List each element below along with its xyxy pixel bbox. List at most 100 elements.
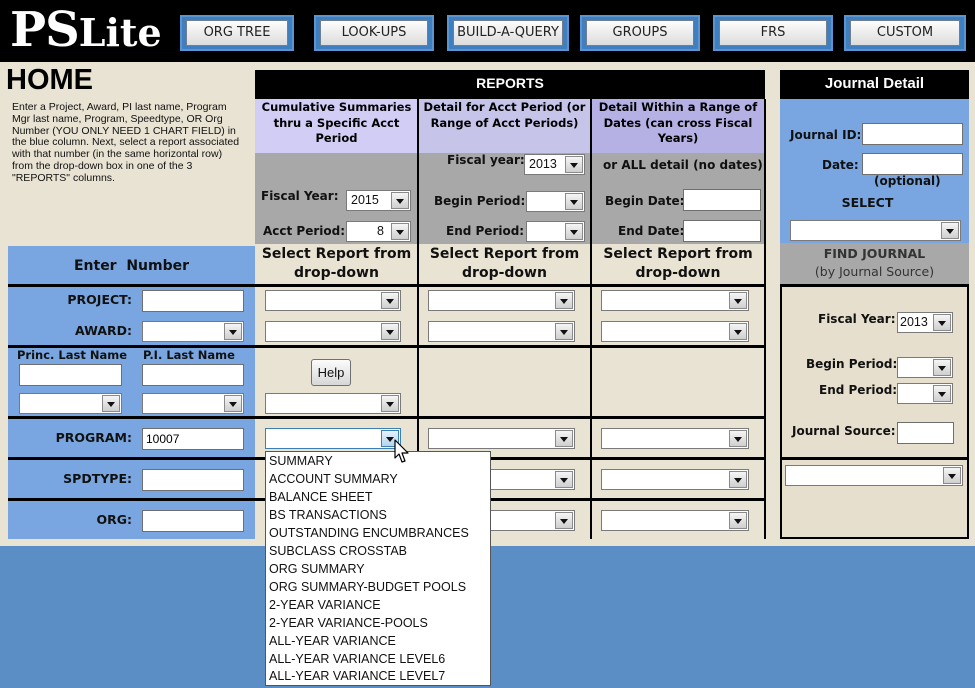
award-label: AWARD: — [74, 323, 132, 338]
last-name-report-col1-select[interactable] — [265, 393, 401, 414]
journal-end-period-label: End Period: — [819, 383, 898, 397]
reports-col3-header: Detail Within a Range of Dates (can cros… — [591, 99, 765, 153]
spdtype-input[interactable] — [142, 469, 244, 491]
select-report-col3-header: Select Report from drop-down — [603, 246, 753, 281]
pi-last-name-label: P.I. Last Name — [143, 348, 235, 362]
chevron-down-icon — [729, 323, 747, 340]
chevron-down-icon — [933, 385, 951, 402]
col3-begin-date-input[interactable] — [683, 189, 761, 211]
pi-last-name-select[interactable] — [142, 393, 244, 414]
chevron-down-icon — [381, 292, 399, 309]
col2-begin-period-select[interactable] — [526, 191, 585, 212]
list-item[interactable]: ALL-YEAR VARIANCE — [269, 634, 396, 648]
journal-source-select[interactable] — [785, 465, 963, 486]
pi-last-name-input[interactable] — [142, 364, 244, 386]
nav-groups-button[interactable]: GROUPS — [580, 15, 700, 51]
journal-fiscal-year-select[interactable]: 2013 — [897, 312, 953, 333]
award-report-col1-select[interactable] — [265, 321, 401, 342]
nav-frs-button[interactable]: FRS — [713, 15, 833, 51]
project-report-col2-select[interactable] — [428, 290, 575, 311]
chevron-down-icon — [565, 156, 583, 173]
org-input[interactable] — [142, 510, 244, 532]
list-item[interactable]: ALL-YEAR VARIANCE LEVEL6 — [269, 652, 445, 666]
nav-custom-button[interactable]: CUSTOM — [844, 15, 966, 51]
pslite-logo: PSLite — [10, 2, 162, 58]
col2-end-period-select[interactable] — [526, 221, 585, 242]
chevron-down-icon — [555, 471, 573, 488]
award-select[interactable] — [142, 321, 244, 342]
page-title: HOME — [6, 64, 93, 96]
journal-id-input[interactable] — [862, 123, 963, 145]
nav-build-a-query-button[interactable]: BUILD-A-QUERY — [447, 15, 569, 51]
program-report-col1-select[interactable] — [265, 428, 401, 449]
chevron-down-icon — [933, 359, 951, 376]
chevron-down-icon — [943, 467, 961, 484]
nav-org-tree-button[interactable]: ORG TREE — [180, 15, 294, 51]
col3-all-detail-label: or ALL detail (no dates) — [603, 158, 763, 172]
instructions-text: Enter a Project, Award, PI last name, Pr… — [12, 101, 240, 184]
list-item[interactable]: 2-YEAR VARIANCE — [269, 598, 381, 612]
journal-date-optional: (optional) — [874, 174, 941, 188]
nav-look-ups-button[interactable]: LOOK-UPS — [314, 15, 434, 51]
princ-last-name-label: Princ. Last Name — [17, 348, 128, 362]
program-report-col3-select[interactable] — [601, 428, 749, 449]
find-journal-subtitle: (by Journal Source) — [814, 264, 935, 279]
list-item[interactable]: ORG SUMMARY-BUDGET POOLS — [269, 580, 466, 594]
list-item[interactable]: 2-YEAR VARIANCE-POOLS — [269, 616, 428, 630]
program-report-col2-select[interactable] — [428, 428, 575, 449]
chevron-down-icon — [941, 222, 959, 239]
princ-last-name-input[interactable] — [19, 364, 122, 386]
enter-number-header: Enter Number — [73, 258, 190, 274]
col2-fiscal-year-select[interactable]: 2013 — [524, 154, 585, 175]
list-item[interactable]: SUMMARY — [269, 454, 333, 468]
chevron-down-icon — [381, 395, 399, 412]
list-item[interactable]: ORG SUMMARY — [269, 562, 365, 576]
journal-select-label: SELECT — [841, 195, 894, 210]
award-report-col3-select[interactable] — [601, 321, 749, 342]
list-item[interactable]: ALL-YEAR VARIANCE LEVEL7 — [269, 669, 445, 683]
spdtype-report-col3-select[interactable] — [601, 469, 749, 490]
select-report-col2-header: Select Report from drop-down — [429, 246, 580, 281]
journal-date-input[interactable] — [862, 153, 963, 175]
chevron-down-icon — [224, 323, 242, 340]
column-divider — [764, 99, 766, 539]
journal-source-label: Journal Source: — [792, 424, 896, 438]
list-item[interactable]: SUBCLASS CROSSTAB — [269, 544, 407, 558]
chevron-down-icon — [102, 395, 120, 412]
list-item[interactable]: BS TRANSACTIONS — [269, 508, 387, 522]
award-report-col2-select[interactable] — [428, 321, 575, 342]
col1-fiscal-year-select[interactable]: 2015 — [346, 190, 411, 211]
list-item[interactable]: OUTSTANDING ENCUMBRANCES — [269, 526, 469, 540]
col3-end-date-input[interactable] — [683, 220, 761, 242]
chevron-down-icon — [555, 430, 573, 447]
org-label: ORG: — [96, 512, 132, 527]
chevron-down-icon — [729, 512, 747, 529]
list-item[interactable]: BALANCE SHEET — [269, 490, 373, 504]
journal-begin-period-select[interactable] — [897, 357, 953, 378]
report-dropdown-list: SUMMARY ACCOUNT SUMMARY BALANCE SHEET BS… — [265, 451, 491, 686]
mouse-cursor-icon — [394, 439, 409, 463]
col2-begin-period-label: Begin Period: — [434, 194, 526, 208]
chevron-down-icon — [565, 223, 583, 240]
reports-col1-header: Cumulative Summaries thru a Specific Acc… — [255, 99, 418, 153]
program-input[interactable] — [142, 428, 244, 450]
project-report-col1-select[interactable] — [265, 290, 401, 311]
chevron-down-icon — [224, 395, 242, 412]
list-item[interactable]: ACCOUNT SUMMARY — [269, 472, 398, 486]
chevron-down-icon — [729, 292, 747, 309]
journal-end-period-select[interactable] — [897, 383, 953, 404]
project-input[interactable] — [142, 290, 244, 312]
col1-acct-period-select[interactable]: 8 — [346, 221, 411, 242]
chevron-down-icon — [729, 471, 747, 488]
journal-select[interactable] — [790, 220, 961, 241]
princ-last-name-select[interactable] — [19, 393, 122, 414]
row-divider — [780, 457, 969, 460]
journal-source-input[interactable] — [897, 422, 954, 444]
col3-end-date-label: End Date: — [618, 224, 685, 238]
chevron-down-icon — [729, 430, 747, 447]
program-label: PROGRAM: — [55, 430, 132, 445]
select-report-col1-header: Select Report from drop-down — [261, 246, 412, 281]
help-button[interactable]: Help — [311, 359, 351, 386]
project-report-col3-select[interactable] — [601, 290, 749, 311]
org-report-col3-select[interactable] — [601, 510, 749, 531]
